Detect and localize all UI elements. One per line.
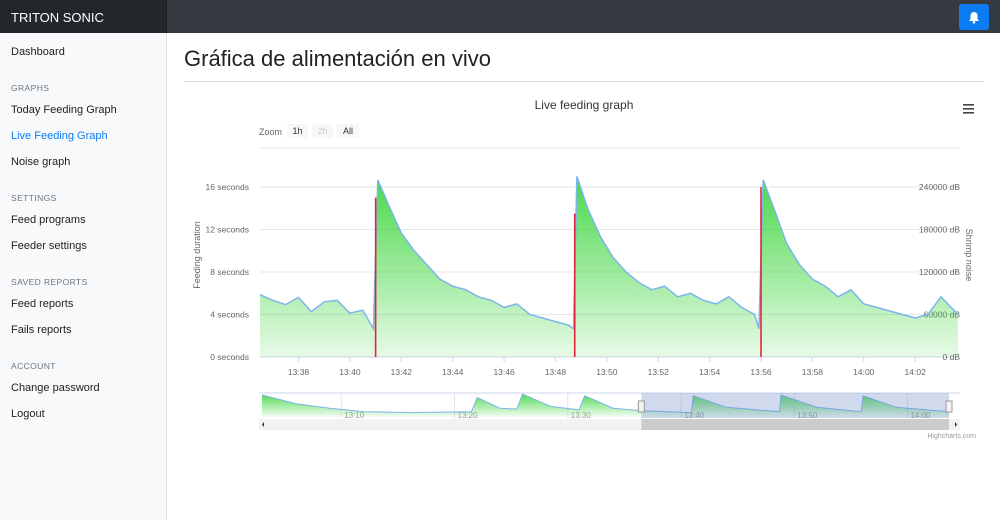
chart-menu-button[interactable]: [963, 104, 974, 114]
y-left-tick-label: 12 seconds: [206, 225, 249, 235]
y-right-tick-label: 180000 dB: [919, 225, 960, 235]
chart-title: Live feeding graph: [535, 98, 634, 112]
x-tick-label: 13:46: [493, 367, 515, 377]
x-tick-label: 13:44: [442, 367, 464, 377]
x-tick-label: 14:00: [853, 367, 875, 377]
feeding-duration-bar: [374, 197, 377, 357]
zoom-all-button[interactable]: All: [337, 124, 359, 138]
x-tick-label: 13:58: [802, 367, 824, 377]
hamburger-icon: [963, 104, 974, 114]
x-tick-label: 13:40: [339, 367, 361, 377]
highcharts-credits[interactable]: Highcharts.com: [927, 433, 976, 440]
navigator-selection-mask[interactable]: [641, 393, 949, 418]
y-left-tick-label: 4 seconds: [210, 310, 249, 320]
x-tick-label: 13:38: [288, 367, 310, 377]
x-tick-label: 13:50: [596, 367, 618, 377]
live-feeding-chart: Live feeding graph Zoom 1h 2h All Feedin…: [192, 98, 976, 440]
zoom-label: Zoom: [259, 127, 282, 137]
x-tick-label: 13:52: [648, 367, 670, 377]
y-left-tick-label: 0 seconds: [210, 352, 249, 362]
y-left-tick-label: 16 seconds: [206, 182, 249, 192]
feeding-duration-bar: [573, 213, 576, 357]
zoom-1h-label: 1h: [292, 126, 302, 136]
x-tick-label: 14:02: [905, 367, 927, 377]
x-tick-label: 13:48: [545, 367, 567, 377]
y-right-axis-title: Shrimp noise: [964, 229, 974, 282]
navigator-scrollbar-thumb[interactable]: [641, 419, 949, 430]
y-right-tick-label: 240000 dB: [919, 182, 960, 192]
y-left-axis-title: Feeding duration: [192, 221, 202, 289]
zoom-2h-label: 2h: [317, 126, 327, 136]
feeding-duration-bar: [760, 187, 762, 357]
x-tick-label: 13:56: [750, 367, 772, 377]
shrimp-noise-area: [260, 176, 958, 357]
navigator-handle[interactable]: [637, 400, 645, 413]
y-right-tick-label: 120000 dB: [919, 267, 960, 277]
x-tick-label: 13:54: [699, 367, 721, 377]
x-tick-label: 13:42: [391, 367, 413, 377]
zoom-all-label: All: [343, 126, 353, 136]
zoom-1h-button[interactable]: 1h: [287, 124, 308, 138]
y-left-tick-label: 8 seconds: [210, 267, 249, 277]
navigator-handle[interactable]: [945, 400, 953, 413]
zoom-2h-button[interactable]: 2h: [312, 124, 333, 138]
